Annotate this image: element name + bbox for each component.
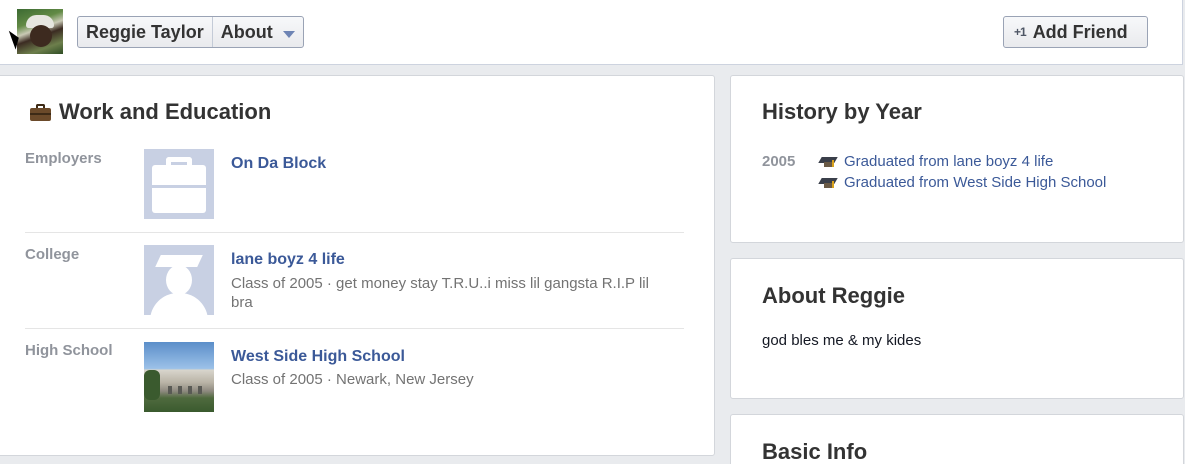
- history-item[interactable]: Graduated from West Side High School: [818, 174, 1107, 191]
- history-item[interactable]: Graduated from lane boyz 4 life: [818, 153, 1054, 170]
- college-thumbnail[interactable]: [144, 245, 214, 315]
- college-name-link[interactable]: lane boyz 4 life: [231, 251, 345, 269]
- work-education-card: [0, 75, 715, 456]
- about-title: About Reggie: [762, 283, 905, 308]
- graduation-cap-icon: [818, 177, 838, 189]
- briefcase-icon: [30, 104, 51, 121]
- history-item-label: Graduated from West Side High School: [844, 174, 1107, 191]
- employer-name-link[interactable]: On Da Block: [231, 155, 326, 173]
- work-education-title: Work and Education: [59, 99, 272, 124]
- employers-label: Employers: [25, 150, 102, 167]
- graduation-cap-icon: [818, 156, 838, 168]
- about-card: [730, 258, 1184, 399]
- high-school-label: High School: [25, 342, 113, 359]
- divider: [25, 328, 684, 329]
- about-text: god bles me & my kides: [762, 332, 922, 349]
- history-item-label: Graduated from lane boyz 4 life: [844, 153, 1054, 170]
- breadcrumb: Reggie Taylor About: [77, 16, 304, 48]
- college-label: College: [25, 246, 80, 263]
- profile-avatar[interactable]: [17, 9, 63, 54]
- add-friend-label: Add Friend: [1032, 21, 1128, 42]
- profile-name-label: Reggie Taylor: [86, 22, 204, 42]
- high-school-photo[interactable]: [144, 342, 214, 412]
- profile-header-bar: Reggie Taylor About +1 Add Friend: [0, 0, 1183, 65]
- add-friend-icon: +1: [1014, 25, 1027, 39]
- briefcase-placeholder-icon: [152, 165, 206, 213]
- add-friend-button[interactable]: +1 Add Friend: [1003, 16, 1148, 48]
- chevron-down-icon: [282, 31, 295, 38]
- divider: [25, 232, 684, 233]
- section-label: About: [220, 22, 273, 42]
- high-school-name-link[interactable]: West Side High School: [231, 348, 405, 366]
- breadcrumb-section-dropdown[interactable]: About: [211, 17, 303, 47]
- history-title: History by Year: [762, 99, 922, 124]
- breadcrumb-profile-name[interactable]: Reggie Taylor: [78, 17, 212, 47]
- college-detail: Class of 2005 · get money stay T.R.U..i …: [231, 275, 649, 311]
- avatar-face: [30, 25, 52, 47]
- employer-thumbnail[interactable]: [144, 149, 214, 219]
- history-year: 2005: [762, 153, 796, 170]
- basic-info-title: Basic Info: [762, 439, 868, 464]
- high-school-detail: Class of 2005 · Newark, New Jersey: [231, 371, 474, 388]
